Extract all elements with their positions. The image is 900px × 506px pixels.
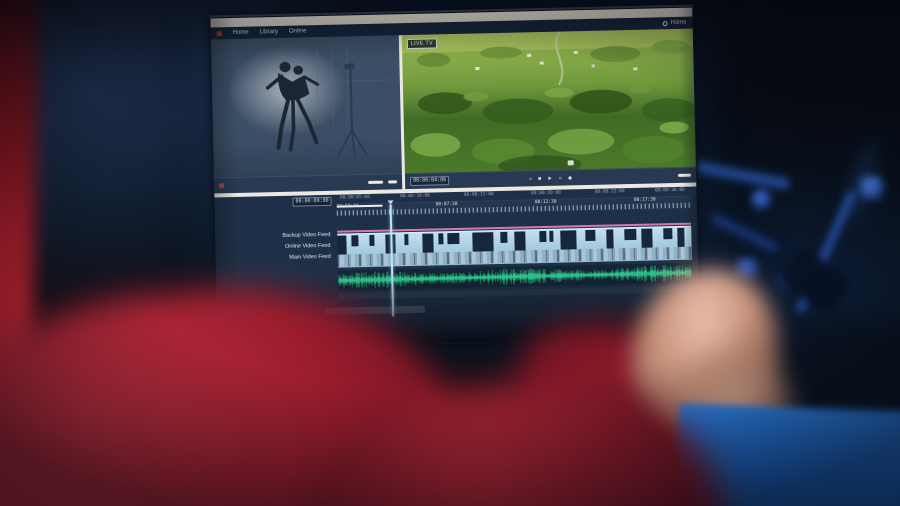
video-clip[interactable] bbox=[663, 228, 672, 239]
rig-knob bbox=[752, 190, 771, 209]
studio-floor-shadow bbox=[213, 137, 402, 177]
video-clip[interactable] bbox=[514, 231, 525, 250]
source-video-viewport[interactable] bbox=[211, 35, 402, 177]
ruler-timestamp: 00:00:30:00 bbox=[655, 188, 685, 194]
skip-back-icon[interactable]: « bbox=[529, 171, 532, 187]
video-clip[interactable] bbox=[351, 235, 358, 246]
video-clip[interactable] bbox=[500, 232, 507, 243]
menu-item-home[interactable]: Home bbox=[233, 27, 249, 39]
video-clip[interactable] bbox=[337, 235, 346, 254]
toolbar-slider-handle[interactable] bbox=[678, 174, 691, 177]
stop-icon[interactable]: ■ bbox=[538, 171, 542, 187]
account-circle-icon bbox=[662, 21, 667, 26]
menu-item-library[interactable]: Library bbox=[260, 26, 279, 38]
toolbar-slider-handle[interactable] bbox=[388, 180, 397, 183]
aerial-landscape-footage bbox=[402, 29, 696, 174]
video-clip[interactable] bbox=[677, 228, 685, 247]
account-area[interactable]: Home bbox=[662, 20, 686, 27]
photo-of-video-editing-workstation: Home Library Online Home bbox=[0, 0, 900, 506]
ruler-timestamp: 00:00:15:00 bbox=[464, 192, 494, 198]
rig-arm bbox=[693, 159, 790, 192]
program-video-viewport[interactable]: LIVE TV bbox=[402, 29, 696, 174]
source-preview-panel bbox=[211, 35, 402, 193]
video-clip[interactable] bbox=[447, 233, 460, 244]
video-clip[interactable] bbox=[585, 230, 596, 241]
ruler-timestamp: 00:00:25:00 bbox=[595, 189, 625, 195]
sub-ruler-timestamp: 00:12:30 bbox=[535, 200, 557, 205]
video-clip[interactable] bbox=[642, 229, 653, 248]
video-clip[interactable] bbox=[606, 229, 614, 248]
program-preview-panel: LIVE TV 00:00:04:06 « ■ ► » ◆ bbox=[402, 29, 696, 190]
options-icon[interactable]: ◆ bbox=[568, 170, 573, 186]
ruler-timestamp: 00:00:20:00 bbox=[531, 191, 561, 197]
volume-indicator-icon[interactable] bbox=[568, 160, 574, 165]
track-label-1: Backup Video Feed bbox=[282, 232, 330, 240]
track-label-3: Main Video Feed bbox=[289, 254, 331, 262]
video-clip[interactable] bbox=[560, 230, 576, 249]
rig-mount bbox=[778, 245, 853, 316]
video-clip[interactable] bbox=[405, 234, 409, 245]
video-clip[interactable] bbox=[438, 233, 444, 244]
ruler-timestamp: 00:00:10:00 bbox=[400, 194, 430, 200]
sub-ruler-timestamp: 00:02:30 bbox=[337, 204, 359, 209]
menu-item-online[interactable]: Online bbox=[289, 25, 307, 37]
track-label-2: Online Video Feed bbox=[285, 243, 331, 251]
preview-area: LIVE TV 00:00:04:06 « ■ ► » ◆ bbox=[211, 29, 696, 194]
video-clip[interactable] bbox=[539, 231, 546, 242]
sub-ruler-timestamp: 00:07:30 bbox=[436, 202, 458, 207]
video-clip[interactable] bbox=[369, 235, 375, 246]
video-clip[interactable] bbox=[422, 234, 433, 253]
video-clip[interactable] bbox=[550, 231, 554, 242]
live-badge: LIVE TV bbox=[407, 38, 437, 49]
app-logo-icon bbox=[217, 31, 222, 36]
skip-forward-icon[interactable]: » bbox=[559, 170, 562, 186]
rig-arm bbox=[709, 211, 780, 255]
account-label: Home bbox=[670, 20, 686, 26]
video-clip[interactable] bbox=[624, 229, 637, 240]
ruler-timestamp: 00:00:05:00 bbox=[340, 195, 370, 201]
record-indicator-icon bbox=[219, 183, 224, 188]
timeline-timecode: 00:00:00:00 bbox=[292, 197, 331, 207]
toolbar-slider-handle[interactable] bbox=[368, 181, 383, 184]
play-icon[interactable]: ► bbox=[547, 170, 553, 186]
program-timecode: 00:00:04:06 bbox=[410, 176, 449, 186]
video-clip[interactable] bbox=[472, 232, 494, 251]
sub-ruler-timestamp: 00:17:30 bbox=[634, 197, 656, 202]
